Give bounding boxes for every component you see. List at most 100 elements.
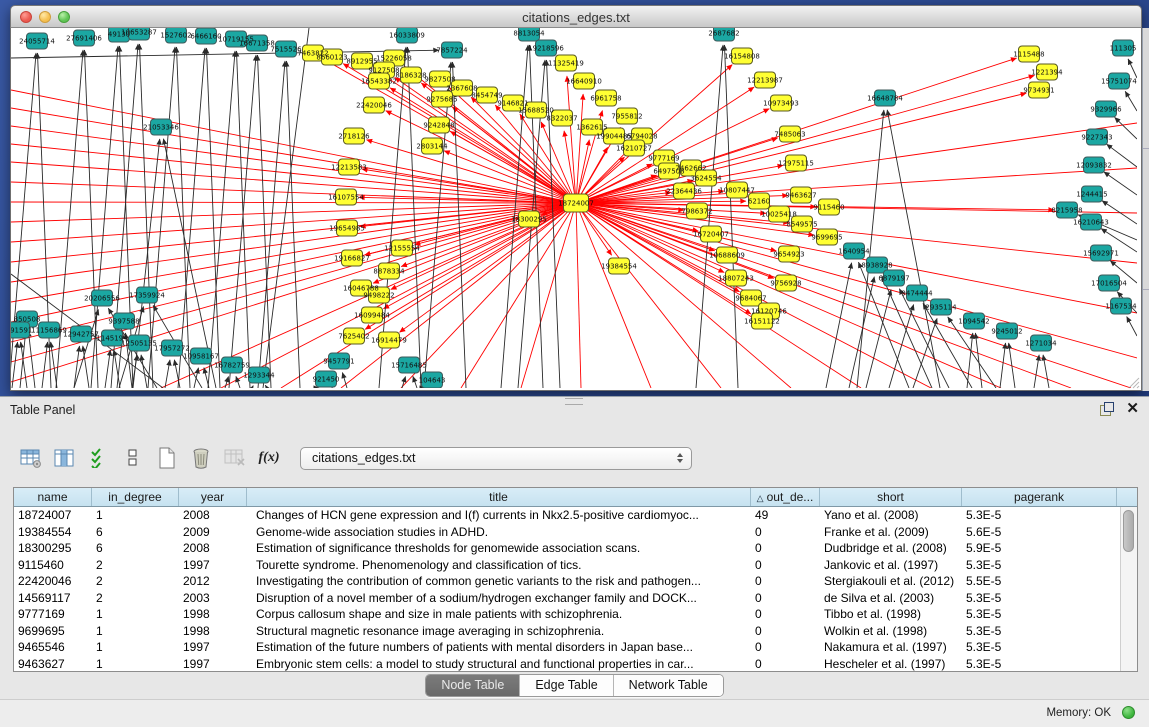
table-row[interactable]: 2242004622012Investigating the contribut…: [14, 573, 1137, 590]
cell-pagerank[interactable]: 5.3E-5: [962, 507, 1117, 524]
graph-edge[interactable]: [165, 360, 170, 388]
graph-edge[interactable]: [576, 203, 776, 251]
cell-out_de[interactable]: 0: [751, 590, 820, 607]
graph-edge[interactable]: [386, 111, 576, 203]
delete-column-icon[interactable]: [184, 443, 218, 473]
cell-in_degree[interactable]: 1: [92, 606, 179, 623]
table-mode-icon[interactable]: [14, 443, 48, 473]
graph-edge[interactable]: [51, 342, 57, 388]
graph-edge[interactable]: [1115, 117, 1137, 139]
table-row[interactable]: 1456911722003Disruption of a novel membe…: [14, 590, 1137, 607]
graph-edge[interactable]: [1127, 317, 1137, 336]
table-vertical-scrollbar[interactable]: [1120, 507, 1137, 671]
graph-edge[interactable]: [576, 203, 581, 388]
graph-edge[interactable]: [1125, 91, 1137, 111]
cell-title[interactable]: Estimation of the future numbers of pati…: [247, 639, 751, 656]
graph-edge[interactable]: [1034, 355, 1039, 388]
table-row[interactable]: 1872400712008Changes of HCN gene express…: [14, 507, 1137, 524]
cell-in_degree[interactable]: 2: [92, 590, 179, 607]
cell-pagerank[interactable]: 5.3E-5: [962, 656, 1117, 673]
cell-name[interactable]: 22420046: [14, 573, 92, 590]
graph-edge[interactable]: [225, 376, 229, 388]
cell-in_degree[interactable]: 2: [92, 573, 179, 590]
column-header-title[interactable]: title: [247, 488, 751, 506]
cell-pagerank[interactable]: 5.3E-5: [962, 623, 1117, 640]
graph-edge[interactable]: [402, 376, 406, 388]
cell-year[interactable]: 1998: [179, 606, 247, 623]
cell-title[interactable]: Changes of HCN gene expression and I(f) …: [247, 507, 751, 524]
panel-divider-grip[interactable]: [565, 398, 583, 405]
cell-in_degree[interactable]: 1: [92, 623, 179, 640]
table-row[interactable]: 969969511998Structural magnetic resonanc…: [14, 623, 1137, 640]
table-body[interactable]: 1872400712008Changes of HCN gene express…: [14, 507, 1137, 672]
cell-short[interactable]: Wolkin et al. (1998): [820, 623, 962, 640]
graph-edge[interactable]: [206, 48, 220, 388]
show-columns-icon[interactable]: [48, 443, 82, 473]
graph-edge[interactable]: [452, 62, 466, 388]
cell-title[interactable]: Estimation of significance thresholds fo…: [247, 540, 751, 557]
graph-edge[interactable]: [105, 350, 110, 388]
function-builder-icon[interactable]: f(x): [252, 443, 286, 473]
cell-in_degree[interactable]: 6: [92, 540, 179, 557]
graph-edge[interactable]: [265, 385, 267, 388]
cell-title[interactable]: Corpus callosum shape and size in male p…: [247, 606, 751, 623]
network-window[interactable]: citations_edges.txt 18724007746382286601…: [10, 5, 1142, 391]
graph-edge[interactable]: [236, 51, 250, 388]
cell-out_de[interactable]: 0: [751, 623, 820, 640]
graph-edge[interactable]: [11, 202, 576, 203]
cell-pagerank[interactable]: 5.6E-5: [962, 524, 1117, 541]
cell-out_de[interactable]: 0: [751, 573, 820, 590]
cell-short[interactable]: Hescheler et al. (1997): [820, 656, 962, 673]
graph-edge[interactable]: [194, 368, 198, 388]
graph-edge[interactable]: [286, 61, 300, 388]
network-canvas[interactable]: 1872400774638228660123891295515226058912…: [10, 28, 1142, 391]
table-row[interactable]: 1938455462009Genome-wide association stu…: [14, 524, 1137, 541]
cell-pagerank[interactable]: 5.3E-5: [962, 557, 1117, 574]
close-panel-icon[interactable]: ✕: [1126, 402, 1139, 416]
cell-short[interactable]: Nakamura et al. (1997): [820, 639, 962, 656]
graph-edge[interactable]: [74, 309, 98, 388]
cell-short[interactable]: de Silva et al. (2003): [820, 590, 962, 607]
column-header-in_degree[interactable]: in_degree: [92, 488, 179, 506]
cell-short[interactable]: Stergiakouli et al. (2012): [820, 573, 962, 590]
float-panel-icon[interactable]: [1100, 402, 1114, 416]
graph-edge[interactable]: [11, 182, 576, 203]
cell-in_degree[interactable]: 1: [92, 639, 179, 656]
column-header-pagerank[interactable]: pagerank: [962, 488, 1117, 506]
table-row[interactable]: 977716911998Corpus callosum shape and si…: [14, 606, 1137, 623]
selected-edges[interactable]: [11, 58, 1137, 388]
cell-year[interactable]: 1997: [179, 639, 247, 656]
cell-name[interactable]: 9699695: [14, 623, 92, 640]
cell-name[interactable]: 9465546: [14, 639, 92, 656]
cell-name[interactable]: 19384554: [14, 524, 92, 541]
cell-short[interactable]: Tibbo et al. (1998): [820, 606, 962, 623]
cell-name[interactable]: 9777169: [14, 606, 92, 623]
graph-edge[interactable]: [576, 203, 1137, 358]
graph-edge[interactable]: [1000, 343, 1006, 388]
cell-pagerank[interactable]: 5.3E-5: [962, 606, 1117, 623]
cell-short[interactable]: Franke et al. (2009): [820, 524, 962, 541]
graph-edge[interactable]: [11, 108, 576, 203]
cell-out_de[interactable]: 0: [751, 557, 820, 574]
cell-title[interactable]: Investigating the contribution of common…: [247, 573, 751, 590]
new-column-icon[interactable]: [150, 443, 184, 473]
selection-checks-icon[interactable]: [82, 443, 116, 473]
cell-title[interactable]: Disruption of a novel member of a sodium…: [247, 590, 751, 607]
table-row[interactable]: 1830029562008Estimation of significance …: [14, 540, 1137, 557]
column-header-short[interactable]: short: [820, 488, 962, 506]
graph-edge[interactable]: [42, 342, 48, 388]
table-header-row[interactable]: namein_degreeyeartitle△out_de...shortpag…: [14, 488, 1137, 507]
cell-in_degree[interactable]: 1: [92, 656, 179, 673]
cell-out_de[interactable]: 0: [751, 524, 820, 541]
graph-edge[interactable]: [83, 346, 89, 388]
row-height-icon[interactable]: [116, 443, 150, 473]
cell-out_de[interactable]: 0: [751, 540, 820, 557]
cell-out_de[interactable]: 49: [751, 507, 820, 524]
delete-table-icon[interactable]: [218, 443, 252, 473]
graph-edge[interactable]: [975, 333, 982, 388]
tab-node-table[interactable]: Node Table: [426, 675, 520, 696]
column-header-out_de[interactable]: △out_de...: [751, 488, 820, 506]
cell-pagerank[interactable]: 5.3E-5: [962, 639, 1117, 656]
cell-out_de[interactable]: 0: [751, 656, 820, 673]
cell-year[interactable]: 1997: [179, 557, 247, 574]
